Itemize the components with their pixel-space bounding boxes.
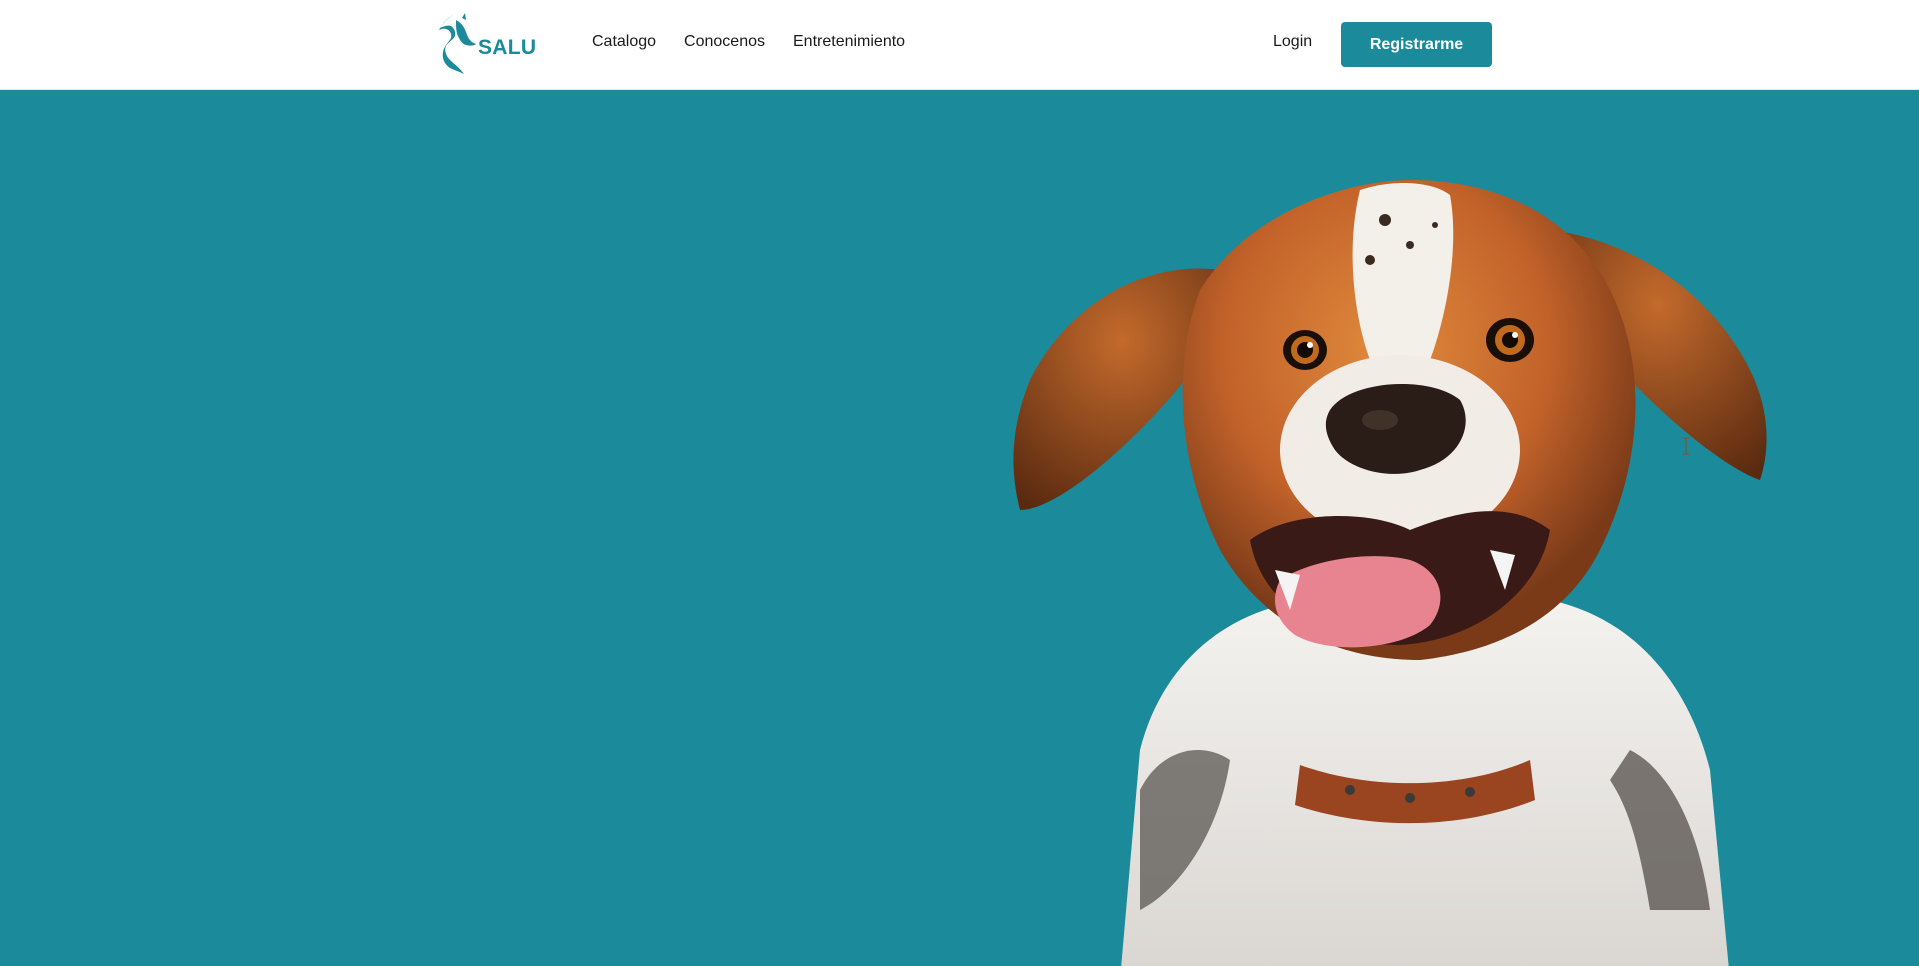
brand-name: SALU: [478, 36, 537, 59]
register-button[interactable]: Registrarme: [1341, 22, 1492, 67]
text-cursor-icon: [1683, 437, 1689, 455]
nav-link-conocenos[interactable]: Conocenos: [684, 33, 765, 51]
top-navbar: SALU Catalogo Conocenos Entretenimiento …: [0, 0, 1919, 90]
nav-link-catalogo[interactable]: Catalogo: [592, 33, 656, 51]
happy-dog-photo: [1013, 180, 1767, 966]
dog-cat-silhouette-icon: [439, 13, 476, 74]
brand-logo[interactable]: SALU: [434, 12, 536, 78]
main-nav: Catalogo Conocenos Entretenimiento: [592, 33, 905, 51]
nav-link-entretenimiento[interactable]: Entretenimiento: [793, 33, 905, 51]
login-link[interactable]: Login: [1273, 33, 1312, 51]
hero-banner: [0, 90, 1919, 966]
